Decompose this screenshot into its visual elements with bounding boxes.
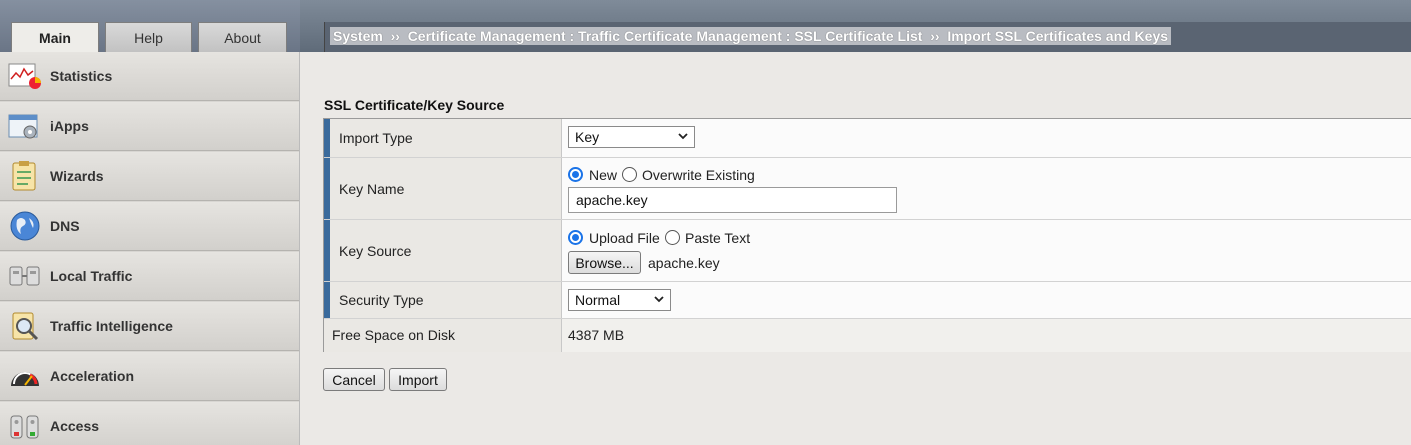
key-name-input[interactable]: apache.key [568, 187, 897, 213]
security-type-value: Normal [575, 292, 621, 308]
import-type-select[interactable]: Key [568, 126, 695, 148]
acceleration-gauge-icon [8, 359, 42, 393]
access-icon [8, 409, 42, 443]
security-type-select[interactable]: Normal [568, 289, 671, 311]
sidebar-item-label: Wizards [50, 168, 104, 184]
free-space-label: Free Space on Disk [332, 327, 455, 343]
required-marker: Key Source [324, 220, 562, 281]
iapps-icon [8, 109, 42, 143]
sidebar-item-label: iApps [50, 118, 89, 134]
tab-help[interactable]: Help [105, 22, 192, 52]
sidebar-item-dns[interactable]: DNS [0, 202, 299, 251]
import-button[interactable]: Import [389, 368, 447, 391]
radio-overwrite-label: Overwrite Existing [642, 167, 755, 183]
cancel-button[interactable]: Cancel [323, 368, 385, 391]
radio-upload-label: Upload File [589, 230, 660, 246]
sidebar-item-label: Traffic Intelligence [50, 318, 173, 334]
sidebar-item-statistics[interactable]: Statistics [0, 52, 299, 101]
chevron-down-icon [678, 133, 688, 140]
row-security-type: Security Type Normal [324, 282, 1411, 319]
row-key-source: Key Source Upload File Paste Text Browse… [324, 220, 1411, 282]
sidebar-item-acceleration[interactable]: Acceleration [0, 352, 299, 401]
import-type-label: Import Type [339, 130, 413, 146]
required-marker: Import Type [324, 119, 562, 157]
sidebar-item-label: Access [50, 418, 100, 434]
sidebar-item-local-traffic[interactable]: Local Traffic [0, 252, 299, 301]
value-cell: New Overwrite Existing apache.key [562, 158, 1411, 219]
radio-new-label: New [589, 167, 618, 183]
import-type-value: Key [575, 129, 600, 145]
sidebar-item-label: Acceleration [50, 368, 135, 384]
label-cell: Free Space on Disk [324, 319, 562, 352]
breadcrumb: System ›› Certificate Management : Traff… [324, 22, 1411, 52]
row-key-name: Key Name New Overwrite Existing apache.k… [324, 158, 1411, 220]
required-marker: Security Type [324, 282, 562, 318]
sidebar-item-traffic-intelligence[interactable]: Traffic Intelligence [0, 302, 299, 351]
sidebar: Statistics iApps Wizards DNS Local Traff… [0, 52, 300, 445]
section-title: SSL Certificate/Key Source [324, 97, 505, 113]
row-import-type: Import Type Key [324, 119, 1411, 158]
traffic-intelligence-icon [8, 309, 42, 343]
browse-button[interactable]: Browse... [568, 251, 641, 274]
radio-paste-label: Paste Text [685, 230, 751, 246]
chevron-down-icon [654, 296, 664, 303]
statistics-icon [8, 59, 42, 93]
dns-globe-icon [8, 209, 42, 243]
sidebar-item-wizards[interactable]: Wizards [0, 152, 299, 201]
form-table: Import Type Key Key Name New Overwrite E… [323, 118, 1411, 352]
sidebar-item-iapps[interactable]: iApps [0, 102, 299, 151]
sidebar-item-label: Local Traffic [50, 268, 133, 284]
value-cell: Normal [562, 282, 1411, 318]
key-name-label: Key Name [339, 181, 405, 197]
sidebar-item-label: DNS [50, 218, 80, 234]
value-cell: 4387 MB [562, 319, 1411, 352]
breadcrumb-text: System ›› Certificate Management : Traff… [330, 27, 1172, 45]
wizards-icon [8, 159, 42, 193]
local-traffic-icon [8, 259, 42, 293]
radio-paste-text[interactable] [665, 230, 680, 245]
sidebar-item-access[interactable]: Access [0, 402, 299, 445]
tab-about[interactable]: About [198, 22, 287, 52]
sidebar-item-label: Statistics [50, 68, 113, 84]
selected-file-name: apache.key [648, 255, 720, 271]
free-space-value: 4387 MB [568, 327, 625, 343]
required-marker: Key Name [324, 158, 562, 219]
radio-overwrite-existing[interactable] [622, 167, 637, 182]
row-free-space: Free Space on Disk 4387 MB [324, 319, 1411, 352]
value-cell: Key [562, 119, 1411, 157]
tab-main[interactable]: Main [11, 22, 99, 53]
value-cell: Upload File Paste Text Browse... apache.… [562, 220, 1411, 281]
key-source-label: Key Source [339, 243, 412, 259]
radio-new[interactable] [568, 167, 583, 182]
security-type-label: Security Type [339, 292, 424, 308]
radio-upload-file[interactable] [568, 230, 583, 245]
